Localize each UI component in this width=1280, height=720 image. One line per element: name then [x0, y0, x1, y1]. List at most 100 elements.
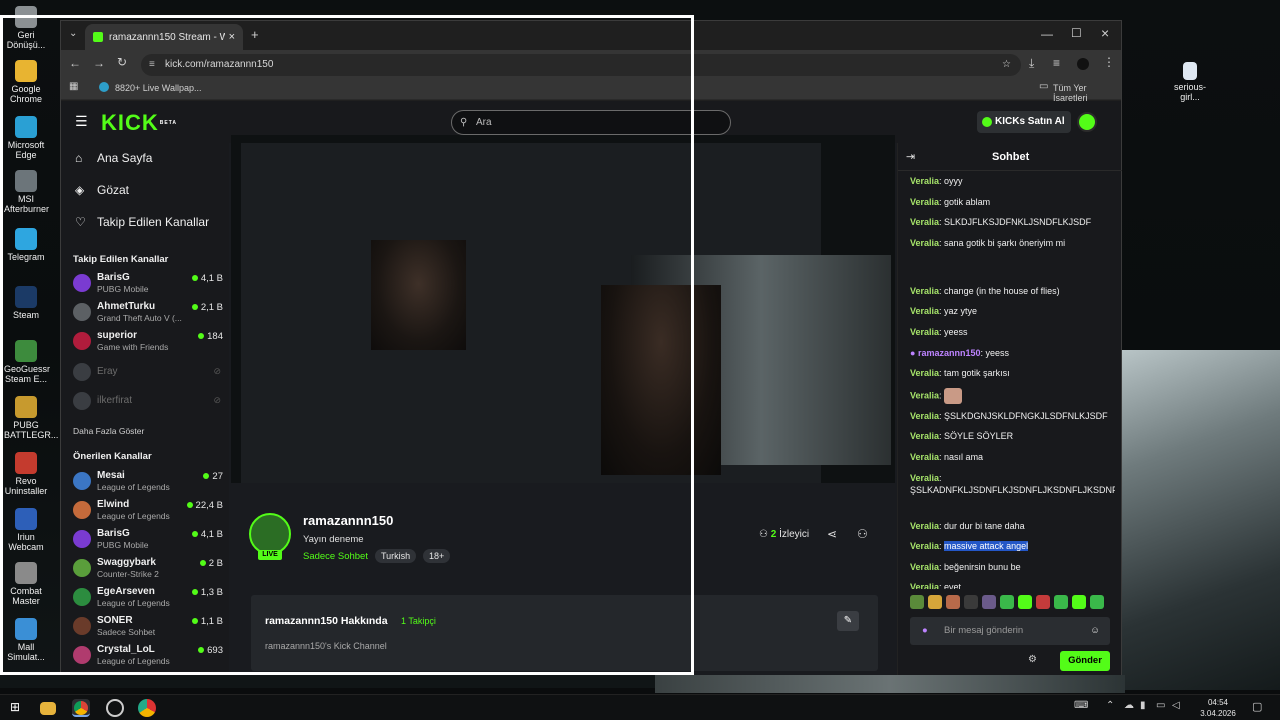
- reload-icon[interactable]: ↻: [117, 55, 127, 69]
- forward-icon[interactable]: →: [93, 56, 105, 70]
- notification-icon[interactable]: ▢: [1252, 700, 1262, 713]
- user-avatar[interactable]: [1077, 112, 1097, 132]
- channel-item[interactable]: Crystal_LoL League of Legends 693: [73, 643, 223, 669]
- nav-following[interactable]: ♡ Takip Edilen Kanallar: [75, 215, 209, 229]
- apps-grid-icon[interactable]: ▦: [69, 81, 78, 92]
- system-clock[interactable]: 04:54 3.04.2026: [1196, 697, 1240, 719]
- chat-username[interactable]: Veralia: [910, 431, 939, 441]
- collapse-chat-icon[interactable]: ⇥: [906, 150, 915, 163]
- chat-input[interactable]: ● Bir mesaj gönderin ☺: [910, 617, 1110, 645]
- chat-username[interactable]: Veralia: [910, 411, 939, 421]
- desktop-file-serious-girl[interactable]: serious-girl...: [1166, 62, 1214, 102]
- desktop-icon-revo[interactable]: Revo Uninstaller: [4, 452, 48, 496]
- new-tab-icon[interactable]: +: [251, 27, 259, 42]
- chat-username[interactable]: Veralia: [910, 197, 939, 207]
- bookmark-wallpaper[interactable]: 8820+ Live Wallpap...: [115, 83, 201, 93]
- maximize-icon[interactable]: ☐: [1071, 26, 1082, 40]
- mic-tray-icon[interactable]: ▮: [1140, 700, 1146, 711]
- tag-18plus[interactable]: 18+: [423, 549, 451, 563]
- menu-kebab-icon[interactable]: ⋮: [1103, 55, 1115, 69]
- hamburger-menu-icon[interactable]: ☰: [75, 113, 88, 130]
- reading-list-icon[interactable]: ≡: [1053, 56, 1060, 70]
- chat-username[interactable]: ramazannn150: [918, 348, 981, 358]
- chat-username[interactable]: Veralia: [910, 473, 939, 483]
- address-bar[interactable]: ≡ kick.com/ramazannn150 ☆: [141, 54, 1021, 76]
- video-player[interactable]: [231, 135, 895, 483]
- chrome-alt-taskbar-icon[interactable]: [138, 699, 156, 717]
- edit-pencil-icon[interactable]: ✎: [837, 611, 859, 631]
- desktop-icon-edge[interactable]: Microsoft Edge: [4, 116, 48, 160]
- chat-username[interactable]: Veralia: [910, 306, 939, 316]
- emote-icon[interactable]: [910, 595, 924, 609]
- download-icon[interactable]: ⤓: [1029, 56, 1034, 71]
- emote-icon[interactable]: [1018, 595, 1032, 609]
- streamer-name[interactable]: ramazannn150: [303, 513, 393, 528]
- nav-browse[interactable]: ◈ Gözat: [75, 183, 129, 197]
- stream-category[interactable]: Sadece Sohbet: [303, 551, 368, 562]
- emote-icon[interactable]: [964, 595, 978, 609]
- chat-settings-gear-icon[interactable]: ⚙: [1028, 654, 1037, 665]
- channel-item[interactable]: AhmetTurku Grand Theft Auto V (... 2,1 B: [73, 300, 223, 326]
- chat-username[interactable]: Veralia: [910, 217, 939, 227]
- emote-icon[interactable]: [946, 595, 960, 609]
- cloud-icon[interactable]: ☁: [1124, 700, 1134, 711]
- back-icon[interactable]: ←: [69, 56, 81, 70]
- emote-icon[interactable]: [1090, 595, 1104, 609]
- emoji-icon[interactable]: ☺: [1090, 617, 1100, 645]
- desktop-icon-webcam[interactable]: Iriun Webcam: [4, 508, 48, 552]
- emote-icon[interactable]: [1072, 595, 1086, 609]
- follow-user-icon[interactable]: ⚇: [857, 527, 868, 541]
- file-explorer-icon[interactable]: [40, 702, 56, 715]
- profile-avatar[interactable]: [1077, 58, 1089, 70]
- chat-username[interactable]: Veralia: [910, 390, 939, 400]
- chat-username[interactable]: Veralia: [910, 562, 939, 572]
- desktop-icon-steam[interactable]: Steam: [4, 286, 48, 320]
- site-info-icon[interactable]: ≡: [149, 54, 155, 76]
- kick-logo[interactable]: KICKBETA: [101, 112, 177, 134]
- chrome-taskbar-icon[interactable]: [72, 699, 90, 717]
- desktop-icon-pubg[interactable]: PUBG BATTLEGR...: [4, 396, 58, 440]
- chat-username[interactable]: Veralia: [910, 368, 939, 378]
- desktop-icon-mall-sim[interactable]: Mall Simulat...: [4, 618, 48, 662]
- channel-item-offline[interactable]: Eray ⊘: [73, 360, 223, 386]
- tab-search-icon[interactable]: ⌄: [69, 28, 77, 39]
- show-more-link[interactable]: Daha Fazla Göster: [73, 426, 144, 436]
- emote-icon[interactable]: [1000, 595, 1014, 609]
- emote-icon[interactable]: [982, 595, 996, 609]
- channel-item[interactable]: BarisG PUBG Mobile 4,1 B: [73, 527, 223, 553]
- all-bookmarks[interactable]: Tüm Yer İşaretleri: [1053, 83, 1121, 103]
- emote-icon[interactable]: [928, 595, 942, 609]
- desktop-icon-msi[interactable]: MSI Afterburner: [4, 170, 49, 214]
- channel-item[interactable]: EgeArseven League of Legends 1,3 B: [73, 585, 223, 611]
- search-input[interactable]: ⚲ Ara: [451, 110, 731, 135]
- windows-start-icon[interactable]: ⊞: [10, 700, 20, 714]
- channel-item-offline[interactable]: ilkerfirat ⊘: [73, 389, 223, 415]
- emote-icon[interactable]: [1036, 595, 1050, 609]
- buy-kicks-button[interactable]: KICKs Satın Al: [977, 111, 1071, 133]
- close-tab-icon[interactable]: ×: [229, 31, 235, 43]
- desktop-icon-chrome[interactable]: Google Chrome: [4, 60, 48, 104]
- chat-username[interactable]: Veralia: [910, 286, 939, 296]
- channel-item[interactable]: superior Game with Friends 184: [73, 329, 223, 355]
- send-button[interactable]: Gönder: [1060, 651, 1110, 671]
- minimize-icon[interactable]: —: [1041, 27, 1053, 41]
- chat-username[interactable]: Veralia: [910, 582, 939, 589]
- tab-kick-stream[interactable]: ramazannn150 Stream - Watch ×: [85, 24, 243, 50]
- keyboard-icon[interactable]: ⌨: [1074, 700, 1088, 711]
- desktop-icon-geoguessr[interactable]: GeoGuessr Steam E...: [4, 340, 50, 384]
- tag-turkish[interactable]: Turkish: [375, 549, 417, 563]
- chat-username[interactable]: Veralia: [910, 521, 939, 531]
- obs-taskbar-icon[interactable]: [106, 699, 124, 717]
- emote-icon[interactable]: [1054, 595, 1068, 609]
- chat-username[interactable]: Veralia: [910, 327, 939, 337]
- channel-item[interactable]: BarisG PUBG Mobile 4,1 B: [73, 271, 223, 297]
- chat-username[interactable]: Veralia: [910, 176, 939, 186]
- tray-chevron-icon[interactable]: ⌃: [1106, 700, 1114, 711]
- streamer-avatar[interactable]: [249, 513, 291, 555]
- desktop-icon-telegram[interactable]: Telegram: [4, 228, 48, 262]
- network-icon[interactable]: ▭: [1156, 700, 1165, 711]
- channel-item[interactable]: Swaggybark Counter-Strike 2 2 B: [73, 556, 223, 582]
- close-window-icon[interactable]: ×: [1101, 25, 1109, 41]
- share-icon[interactable]: ⋖: [827, 527, 837, 541]
- desktop-icon-combat-master[interactable]: Combat Master: [4, 562, 48, 606]
